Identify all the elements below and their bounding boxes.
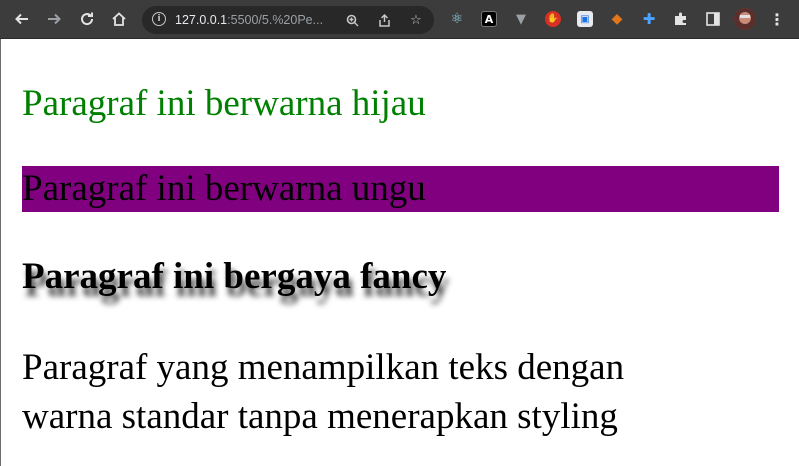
vue-icon[interactable]: ▼	[513, 11, 529, 27]
purple-paragraph: Paragraf ini berwarna ungu	[22, 166, 779, 212]
react-devtools-icon[interactable]: ⚛	[449, 11, 465, 27]
home-button[interactable]	[107, 7, 131, 31]
fancy-paragraph: Paragraf ini bergaya fancy	[22, 256, 447, 297]
back-button[interactable]	[10, 7, 34, 31]
star-icon[interactable]: ☆	[407, 11, 425, 29]
block-icon[interactable]: ✋	[545, 11, 561, 27]
forward-button[interactable]	[42, 7, 66, 31]
url-host: 127.0.0.1	[175, 13, 228, 27]
zoom-icon[interactable]	[343, 11, 361, 29]
arrow-left-icon	[15, 13, 28, 25]
metamask-icon[interactable]: ◆	[609, 11, 625, 27]
profile-avatar-icon[interactable]	[734, 8, 756, 30]
share-icon[interactable]	[375, 11, 393, 29]
extension-blue-icon[interactable]: ▣	[577, 11, 593, 27]
arrow-right-icon	[48, 13, 61, 25]
address-bar[interactable]: i 127.0.0.1:5500/5.%20Pe... ☆	[142, 6, 434, 34]
sidepanel-icon[interactable]	[705, 11, 721, 27]
reload-button[interactable]	[75, 7, 99, 31]
url-path: :5500/5.%20Pe...	[227, 13, 324, 27]
puzzle-icon[interactable]	[673, 11, 689, 27]
menu-icon[interactable]: ⋮	[769, 10, 785, 29]
home-icon	[112, 12, 126, 26]
browser-toolbar: i 127.0.0.1:5500/5.%20Pe... ☆ ⚛ A ▼ ✋ ▣ …	[0, 0, 799, 39]
plain-paragraph: Paragraf yang menampilkan teks dengan wa…	[22, 347, 625, 437]
reload-icon	[81, 12, 94, 26]
site-info-icon[interactable]: i	[152, 12, 166, 26]
page-content: Paragraf ini berwarna hijau Paragraf ini…	[0, 39, 799, 466]
angular-icon[interactable]: A	[481, 11, 497, 27]
url-text: 127.0.0.1:5500/5.%20Pe...	[175, 13, 323, 27]
extension-cross-icon[interactable]: ✚	[641, 10, 657, 28]
green-paragraph: Paragraf ini berwarna hijau	[22, 83, 426, 124]
